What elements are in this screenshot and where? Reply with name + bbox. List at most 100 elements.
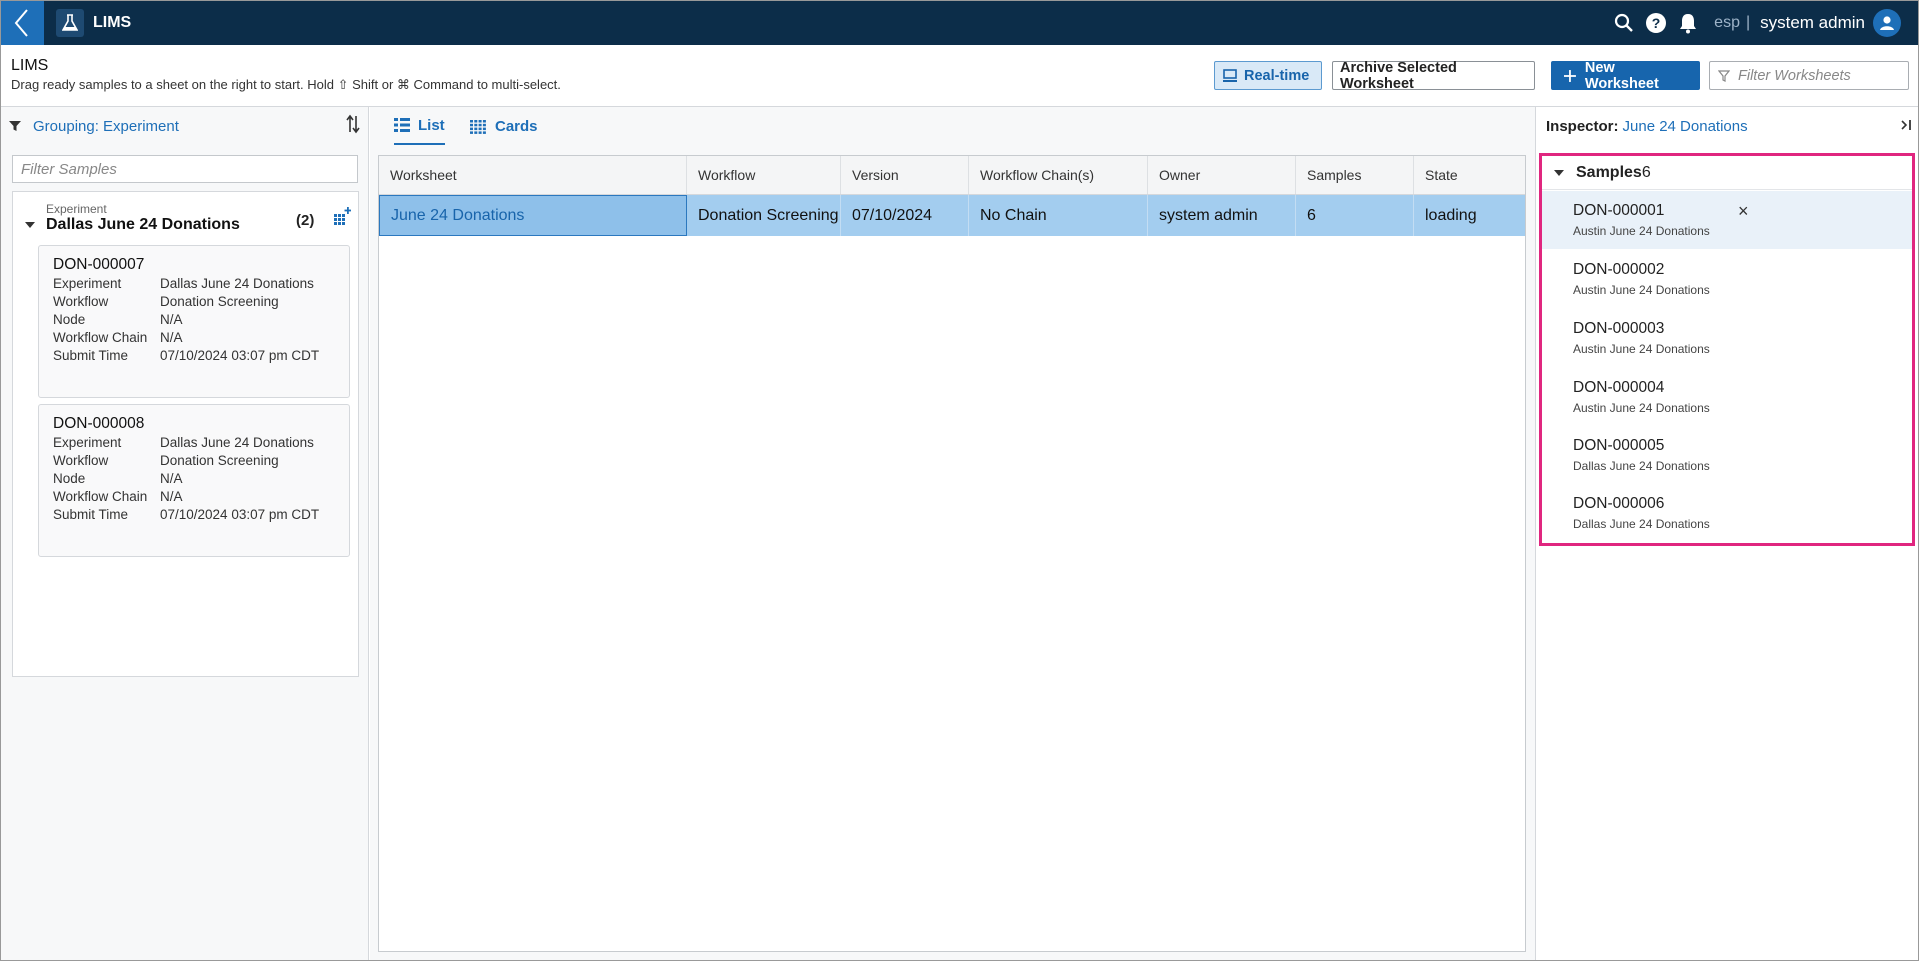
card-field: Workflow Chain N/A (53, 489, 183, 504)
user-icon (1880, 15, 1894, 30)
top-bar: LIMS ? esp | system admin (0, 0, 1919, 45)
table-cell: Donation Screening (687, 195, 841, 236)
table-cell: 6 (1296, 195, 1414, 236)
column-header[interactable]: Owner (1148, 156, 1296, 194)
worksheets-table: Worksheet Workflow Version Workflow Chai… (378, 155, 1526, 952)
search-icon[interactable] (1608, 0, 1640, 45)
inspector-target[interactable]: June 24 Donations (1623, 118, 1748, 135)
filter-icon (1718, 69, 1730, 82)
sort-icon[interactable] (346, 114, 360, 134)
field-value: Donation Screening (160, 294, 279, 309)
field-label: Workflow (53, 453, 109, 468)
remove-icon[interactable]: × (1738, 201, 1749, 222)
inspector-samples-section: Samples 6 DON-000001 Austin June 24 Donat… (1539, 153, 1915, 546)
view-tabs: List Cards (370, 107, 1535, 148)
monitor-icon (1223, 68, 1237, 82)
realtime-label: Real-time (1244, 67, 1310, 84)
field-label: Submit Time (53, 507, 129, 522)
sample-card[interactable]: DON-000008 Experiment Dallas June 24 Dona… (38, 404, 350, 557)
field-label: Node (53, 471, 86, 486)
add-to-grid-icon[interactable] (333, 206, 351, 226)
separator: | (1745, 13, 1751, 31)
column-header[interactable]: Worksheet (379, 156, 687, 194)
column-header[interactable]: State (1414, 156, 1525, 194)
flask-icon (56, 8, 84, 37)
sample-id: DON-000001 (1573, 202, 1665, 219)
card-field: Node N/A (53, 471, 183, 486)
list-item[interactable]: DON-000002 Austin June 24 Donations (1542, 250, 1912, 308)
tab-list[interactable]: List (394, 107, 445, 145)
list-item[interactable]: DON-000005 Dallas June 24 Donations (1542, 426, 1912, 484)
column-header[interactable]: Samples (1296, 156, 1414, 194)
sample-id: DON-000002 (1573, 261, 1665, 278)
worksheets-panel: List Cards Worksheet Workflow Version Wo… (370, 107, 1535, 961)
table-cell: loading (1425, 206, 1477, 224)
card-field: Workflow Donation Screening (53, 294, 279, 309)
archive-worksheet-button[interactable]: Archive Selected Worksheet (1332, 60, 1535, 92)
experiment-group: Experiment Dallas June 24 Donations (2) … (12, 191, 359, 677)
list-item[interactable]: DON-000003 Austin June 24 Donations (1542, 309, 1912, 367)
field-label: Workflow Chain (53, 330, 148, 345)
list-item[interactable]: DON-000006 Dallas June 24 Donations (1542, 484, 1912, 542)
realtime-button[interactable]: Real-time (1214, 61, 1322, 90)
tab-cards-label: Cards (495, 118, 538, 135)
worksheet-link[interactable]: June 24 Donations (379, 195, 687, 236)
list-icon (394, 118, 410, 132)
sample-id: DON-000005 (1573, 437, 1665, 454)
field-value: Dallas June 24 Donations (160, 435, 314, 450)
sample-experiment: Austin June 24 Donations (1573, 283, 1710, 297)
column-header[interactable]: Version (841, 156, 969, 194)
sample-id: DON-000006 (1573, 495, 1665, 512)
sample-experiment: Dallas June 24 Donations (1573, 459, 1710, 473)
table-row[interactable]: June 24 Donations Donation Screening 07/… (379, 195, 1525, 236)
sample-experiment: Dallas June 24 Donations (1573, 517, 1710, 531)
new-worksheet-label: New Worksheet (1584, 59, 1659, 92)
sample-id: DON-000003 (1573, 320, 1665, 337)
column-header[interactable]: Workflow Chain(s) (969, 156, 1148, 194)
grouping-label[interactable]: Grouping: Experiment (33, 118, 179, 135)
back-button[interactable] (0, 0, 44, 45)
tab-cards[interactable]: Cards (470, 107, 538, 146)
collapse-caret-icon[interactable] (1554, 170, 1564, 176)
chevron-left-icon (14, 8, 28, 37)
card-field: Experiment Dallas June 24 Donations (53, 276, 314, 291)
user-name[interactable]: system admin (1760, 13, 1865, 33)
samples-count: 6 (1641, 163, 1651, 181)
field-value: N/A (160, 471, 183, 486)
field-value: 07/10/2024 03:07 pm CDT (160, 348, 320, 363)
collapse-caret-icon[interactable] (25, 222, 35, 228)
grouping-row[interactable]: Grouping: Experiment (0, 107, 368, 145)
list-item[interactable]: DON-000001 Austin June 24 Donations × (1542, 191, 1912, 249)
card-field: Experiment Dallas June 24 Donations (53, 435, 314, 450)
table-cell: 07/10/2024 (841, 195, 969, 236)
avatar[interactable] (1873, 8, 1901, 37)
field-label: Submit Time (53, 348, 129, 363)
field-label: Workflow (53, 294, 109, 309)
bell-icon[interactable] (1672, 0, 1704, 45)
app-title: LIMS (93, 13, 132, 31)
field-value: 07/10/2024 03:07 pm CDT (160, 507, 320, 522)
group-name: Dallas June 24 Donations (46, 216, 240, 233)
filter-icon (9, 121, 21, 131)
filter-worksheets-input[interactable]: Filter Worksheets (1709, 61, 1909, 90)
table-cell: system admin (1148, 195, 1296, 236)
collapse-panel-icon[interactable] (1899, 116, 1913, 134)
field-value: Dallas June 24 Donations (160, 276, 314, 291)
filter-samples-input[interactable]: Filter Samples (12, 155, 358, 183)
new-worksheet-button[interactable]: New Worksheet (1551, 59, 1700, 92)
card-field: Submit Time 07/10/2024 03:07 pm CDT (53, 507, 319, 522)
field-value: N/A (160, 312, 183, 327)
page-instructions: Drag ready samples to a sheet on the rig… (11, 77, 561, 92)
column-header[interactable]: Workflow (687, 156, 841, 194)
sample-experiment: Austin June 24 Donations (1573, 342, 1710, 356)
card-field: Workflow Chain N/A (53, 330, 183, 345)
filter-worksheets-placeholder: Filter Worksheets (1738, 67, 1851, 84)
sample-id: DON-000004 (1573, 379, 1665, 396)
list-item[interactable]: DON-000004 Austin June 24 Donations (1542, 368, 1912, 426)
sample-card[interactable]: DON-000007 Experiment Dallas June 24 Dona… (38, 245, 350, 398)
field-label: Experiment (53, 435, 122, 450)
language-switch[interactable]: esp (1714, 14, 1740, 32)
sample-id: DON-000007 (53, 256, 145, 273)
samples-section-header[interactable]: Samples 6 (1542, 156, 1912, 190)
help-icon[interactable]: ? (1640, 0, 1672, 45)
